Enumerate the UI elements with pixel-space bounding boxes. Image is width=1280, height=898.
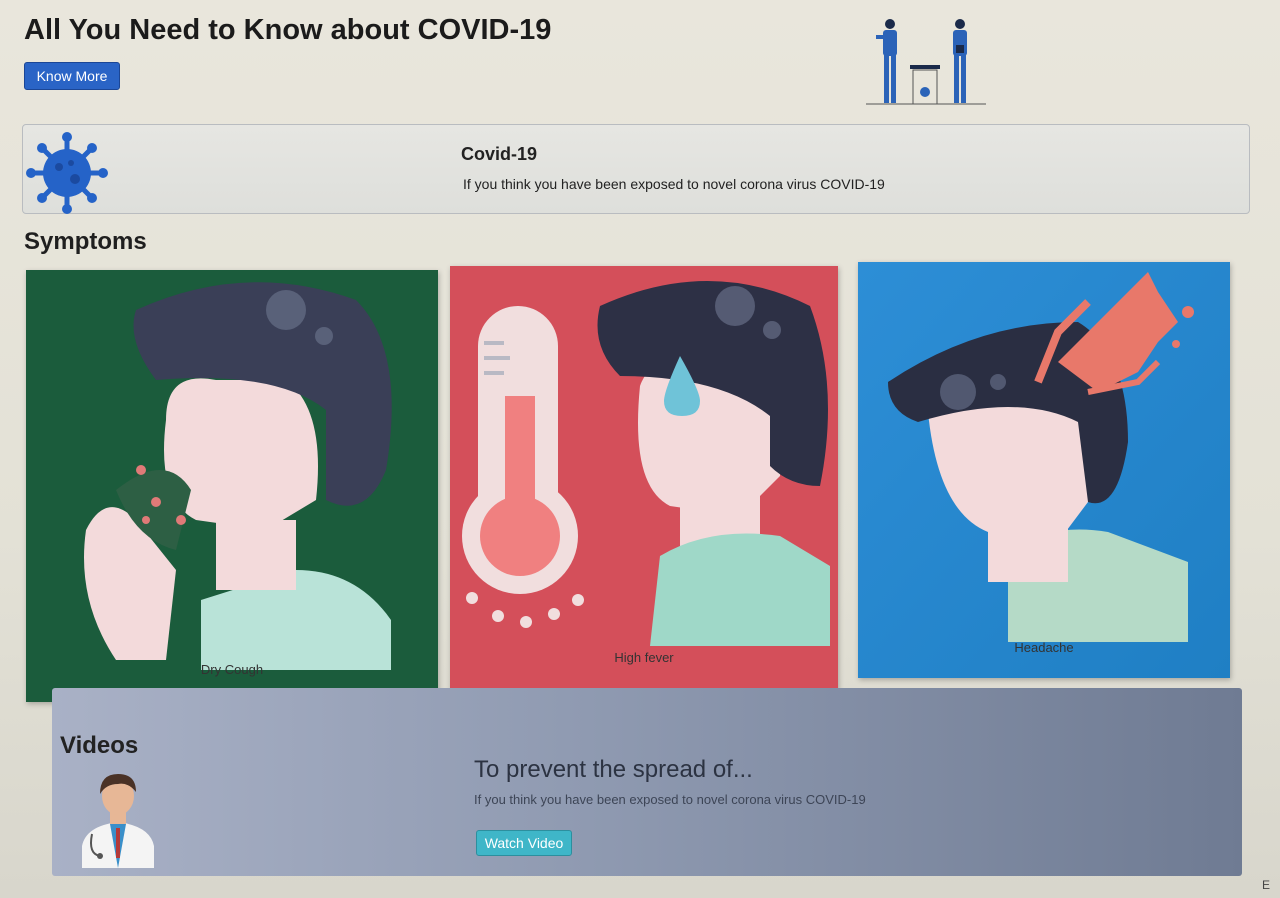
videos-heading: Videos xyxy=(60,732,139,759)
taskbar-language-indicator: E xyxy=(1262,878,1271,892)
page-title: All You Need to Know about COVID-19 xyxy=(24,14,552,46)
know-more-button[interactable]: Know More xyxy=(24,62,120,90)
bin-icon xyxy=(910,65,940,105)
symptom-label-headache: Headache xyxy=(1014,640,1074,655)
symptom-label-high-fever: High fever xyxy=(614,650,674,665)
headache-illustration xyxy=(858,262,1230,678)
dry-cough-illustration xyxy=(26,270,438,702)
hero-illustration xyxy=(866,19,986,105)
video-title: To prevent the spread of... xyxy=(474,756,753,783)
info-card-text: If you think you have been exposed to no… xyxy=(463,176,885,192)
watch-video-button[interactable]: Watch Video xyxy=(476,830,572,856)
high-fever-illustration xyxy=(450,266,838,690)
symptom-card-headache: Headache xyxy=(858,262,1230,678)
doctor-icon xyxy=(82,774,154,868)
videos-panel: Videos To prevent the spread of... If yo… xyxy=(52,688,1242,876)
virus-icon xyxy=(26,132,108,214)
covid-info-card: Covid-19 If you think you have been expo… xyxy=(22,124,1250,214)
symptom-card-dry-cough: Dry Cough xyxy=(26,270,438,702)
symptom-label-dry-cough: Dry Cough xyxy=(200,662,264,677)
symptoms-heading: Symptoms xyxy=(24,228,147,255)
info-card-title: Covid-19 xyxy=(461,144,538,164)
video-description: If you think you have been exposed to no… xyxy=(474,792,866,807)
symptom-card-high-fever: High fever xyxy=(450,266,838,690)
